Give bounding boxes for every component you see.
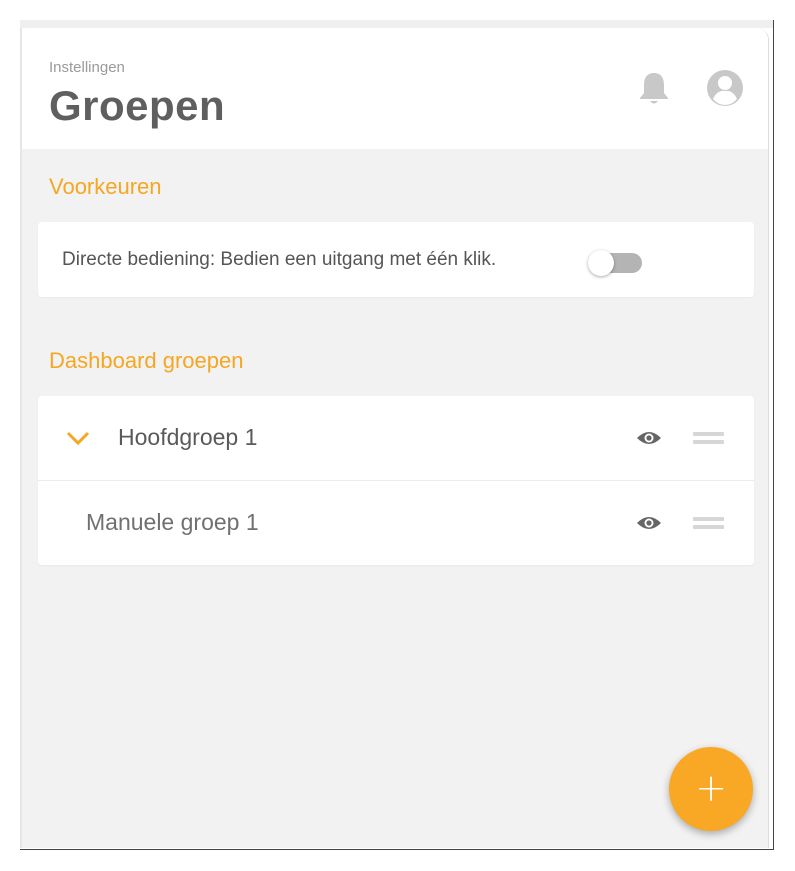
- chevron-down-icon[interactable]: [66, 428, 90, 448]
- page-title: Groepen: [49, 82, 226, 129]
- account-icon[interactable]: [705, 68, 745, 108]
- window-frame-bottom: [20, 849, 774, 850]
- drag-handle-icon[interactable]: [693, 515, 724, 531]
- drag-handle-icon[interactable]: [693, 430, 724, 446]
- breadcrumb[interactable]: Instellingen: [49, 59, 125, 76]
- direct-control-toggle[interactable]: [588, 250, 644, 276]
- direct-control-label: Directe bediening: Bedien een uitgang me…: [62, 249, 497, 270]
- window-frame-right: [773, 20, 774, 850]
- app-panel: Instellingen Groepen Voorkeuren Directe …: [22, 28, 769, 848]
- eye-icon[interactable]: [636, 513, 662, 533]
- section-title-dashboard-groups: Dashboard groepen: [49, 348, 244, 373]
- eye-icon[interactable]: [636, 428, 662, 448]
- list-item-main-group[interactable]: Hoofdgroep 1: [38, 396, 754, 481]
- window-frame-top: [20, 20, 774, 28]
- toggle-knob: [588, 250, 614, 276]
- page-header: Instellingen Groepen: [22, 28, 768, 149]
- bell-icon[interactable]: [634, 68, 674, 108]
- section-title-preferences: Voorkeuren: [49, 174, 162, 199]
- preferences-card: Directe bediening: Bedien een uitgang me…: [38, 222, 754, 297]
- dashboard-groups-card: Hoofdgroep 1 Manuele groep 1: [38, 396, 754, 565]
- list-item-manual-group[interactable]: Manuele groep 1: [38, 481, 754, 565]
- group-name: Hoofdgroep 1: [118, 424, 258, 450]
- add-group-button[interactable]: +: [669, 747, 753, 831]
- group-name: Manuele groep 1: [86, 509, 259, 535]
